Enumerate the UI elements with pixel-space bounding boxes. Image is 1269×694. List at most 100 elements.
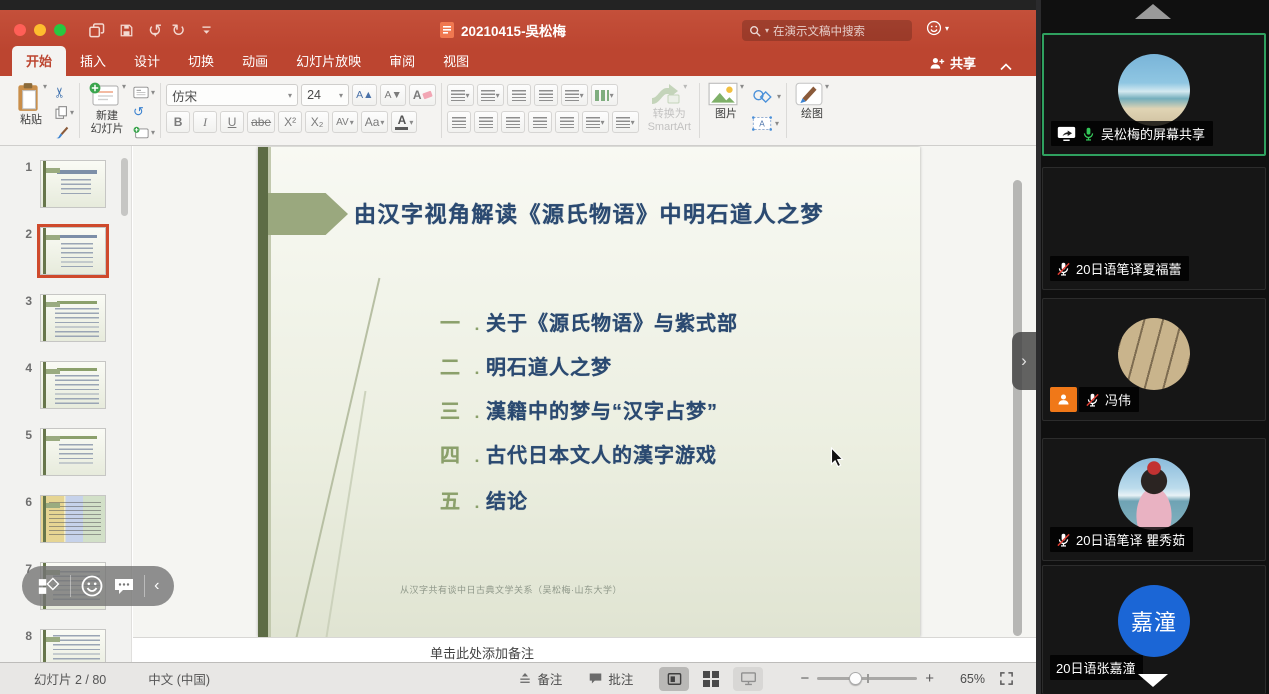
share-button[interactable]: 共享 <box>929 53 976 72</box>
line-spacing-button[interactable]: ▾ <box>560 84 588 106</box>
tab-review[interactable]: 审阅 <box>375 46 429 76</box>
participant-tile[interactable]: 20日语笔译 瞿秀茹 <box>1042 438 1266 561</box>
underline-button[interactable]: U <box>220 111 245 133</box>
redo-icon[interactable]: ↻ <box>171 22 185 39</box>
distribute-button[interactable] <box>554 111 579 133</box>
change-case-button[interactable]: Aa ▾ <box>360 111 389 133</box>
shapes-dropdown-icon[interactable]: ▾ <box>777 92 781 101</box>
search-input[interactable]: ▾ 在演示文稿中搜索 <box>742 20 912 41</box>
tab-view[interactable]: 视图 <box>429 46 483 76</box>
slide-thumbnail-selected[interactable] <box>40 227 106 275</box>
draw-button[interactable]: ▾ 绘图 <box>792 81 832 122</box>
slide-thumbnail[interactable] <box>40 361 106 409</box>
slide-canvas[interactable]: 由汉字视角解读《源氏物语》中明石道人之梦 一. 关于《源氏物语》与紫式部 二. 明石… <box>258 147 920 637</box>
slide-thumbnail[interactable] <box>40 428 106 476</box>
thumbnail-row-6[interactable]: 6 <box>0 495 131 543</box>
zoom-percentage[interactable]: 65% <box>960 672 985 686</box>
feedback-dropdown-icon[interactable]: ▾ <box>945 24 949 33</box>
layout-dropdown-icon[interactable]: ▾ <box>151 88 155 97</box>
shrink-font-button[interactable]: A▼ <box>380 84 406 106</box>
close-window-button[interactable] <box>14 24 26 36</box>
copy-button[interactable]: ▾ <box>54 103 74 121</box>
new-from-template-icon[interactable] <box>88 22 105 38</box>
participant-tile[interactable]: 吴松梅的屏幕共享 <box>1042 33 1266 156</box>
reset-slide-button[interactable]: ↺ <box>133 103 155 121</box>
strikethrough-button[interactable]: abe <box>247 111 276 133</box>
tab-design[interactable]: 设计 <box>120 46 174 76</box>
thumbnail-row-2[interactable]: 2 <box>0 227 131 275</box>
zoom-window-button[interactable] <box>54 24 66 36</box>
shapes-button[interactable]: ▾ <box>751 88 781 106</box>
zoom-slider[interactable] <box>817 672 918 685</box>
fit-slide-icon[interactable] <box>999 671 1014 686</box>
align-center-button[interactable] <box>473 111 498 133</box>
grow-font-button[interactable]: A▲ <box>352 84 378 106</box>
paste-dropdown-icon[interactable]: ▾ <box>43 82 47 91</box>
participant-tile[interactable]: 20日语笔译夏福蕾 <box>1042 167 1266 290</box>
italic-button[interactable]: I <box>193 111 218 133</box>
subscript-button[interactable]: X₂ <box>305 111 330 133</box>
increase-indent-button[interactable] <box>533 84 558 106</box>
slideshow-button[interactable] <box>733 666 764 691</box>
reactions-smiley-icon[interactable] <box>80 574 104 598</box>
thumbnail-row-4[interactable]: 4 <box>0 361 131 409</box>
convert-smartart-button[interactable]: ▾ 转换为 SmartArt <box>645 81 694 134</box>
align-text-button[interactable]: ▾ <box>611 111 639 133</box>
slide-thumbnail[interactable] <box>40 160 106 208</box>
justify-button[interactable] <box>527 111 552 133</box>
slide-outline-list[interactable]: 一. 关于《源氏物语》与紫式部 二. 明石道人之梦 三. 漢籍中的梦与“汉字占梦” 四… <box>440 307 738 529</box>
thumbnail-scrollbar[interactable] <box>121 158 128 216</box>
notes-toggle[interactable]: 备注 <box>518 669 562 688</box>
tab-animations[interactable]: 动画 <box>228 46 282 76</box>
normal-view-button[interactable] <box>659 666 690 691</box>
save-icon[interactable] <box>119 23 134 38</box>
align-left-button[interactable] <box>446 111 471 133</box>
zoom-in-button[interactable]: + <box>917 670 942 687</box>
tab-home[interactable]: 开始 <box>12 46 67 76</box>
thumbnail-row-1[interactable]: 1 <box>0 160 131 208</box>
toolbar-overflow-icon[interactable] <box>200 24 213 37</box>
tab-insert[interactable]: 插入 <box>66 46 120 76</box>
slide-title[interactable]: 由汉字视角解读《源氏物语》中明石道人之梦 <box>354 197 914 229</box>
annotation-shapes-icon[interactable] <box>37 576 61 596</box>
character-spacing-button[interactable]: AV ▾ <box>332 111 358 133</box>
thumbnail-row-8[interactable]: 8 <box>0 629 131 662</box>
textbox-button[interactable]: A ▾ <box>751 115 781 133</box>
slide-sorter-button[interactable] <box>696 667 726 691</box>
new-slide-dropdown-icon[interactable]: ▾ <box>122 82 126 91</box>
align-right-button[interactable] <box>500 111 525 133</box>
comments-toggle[interactable]: 批注 <box>588 669 633 688</box>
minimize-window-button[interactable] <box>34 24 46 36</box>
cut-button[interactable]: ✂ <box>51 83 74 101</box>
undo-dropdown-icon[interactable]: ▾ <box>153 30 157 39</box>
draw-dropdown-icon[interactable]: ▾ <box>825 82 829 91</box>
slide-thumbnail[interactable] <box>40 294 106 342</box>
format-painter-button[interactable] <box>54 123 74 141</box>
notes-placeholder[interactable]: 单击此处添加备注 <box>430 643 534 662</box>
picture-dropdown-icon[interactable]: ▾ <box>740 82 744 91</box>
columns-button[interactable]: ▾ <box>590 84 618 106</box>
slide-thumbnail[interactable] <box>40 495 106 543</box>
thumbnail-row-5[interactable]: 5 <box>0 428 131 476</box>
feedback-button[interactable]: ▾ <box>925 19 949 37</box>
font-name-select[interactable]: 仿宋 ▾ <box>166 84 299 106</box>
scroll-up-triangle[interactable] <box>1134 4 1171 19</box>
layout-button[interactable]: ▾ <box>133 83 155 101</box>
section-dropdown-icon[interactable]: ▾ <box>151 128 155 137</box>
clear-formatting-button[interactable]: A <box>408 84 436 106</box>
numbering-button[interactable]: ▾ <box>476 84 504 106</box>
participant-tile[interactable]: 冯伟 <box>1042 298 1266 421</box>
editor-scrollbar[interactable] <box>1013 180 1022 636</box>
bold-button[interactable]: B <box>166 111 191 133</box>
picture-button[interactable]: ▾ 图片 <box>705 81 747 122</box>
tab-transitions[interactable]: 切换 <box>174 46 228 76</box>
tab-slideshow[interactable]: 幻灯片放映 <box>282 46 375 76</box>
zoom-out-button[interactable]: − <box>792 670 817 687</box>
text-direction-button[interactable]: ▾ <box>581 111 609 133</box>
textbox-dropdown-icon[interactable]: ▾ <box>775 119 779 128</box>
chat-bubble-icon[interactable] <box>113 577 135 596</box>
scroll-down-triangle[interactable] <box>1137 674 1168 687</box>
search-scope-dropdown-icon[interactable]: ▾ <box>765 26 769 35</box>
section-button[interactable]: ▾ <box>133 123 155 141</box>
paste-button[interactable]: ▾ 粘贴 <box>12 81 50 128</box>
